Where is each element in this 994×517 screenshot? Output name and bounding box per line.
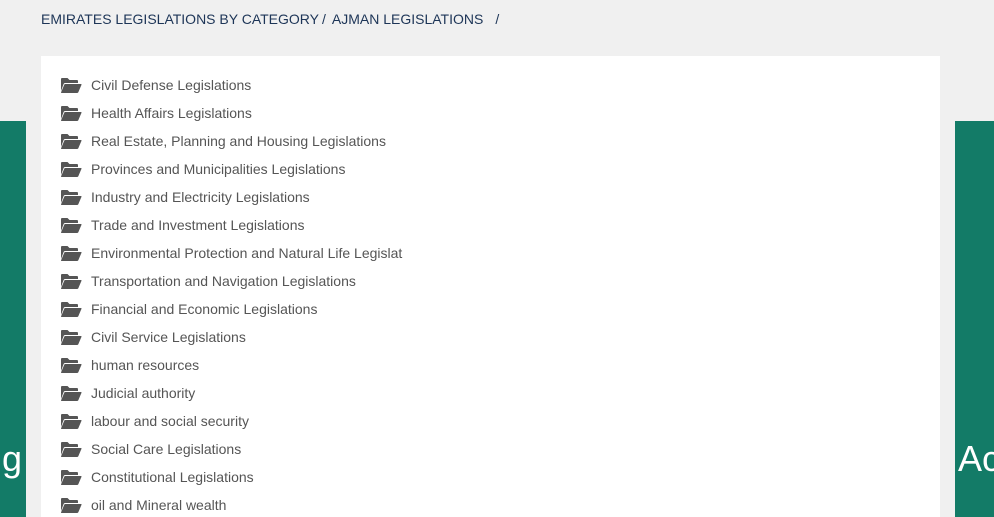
category-item-label: Civil Defense Legislations bbox=[91, 77, 252, 93]
category-item[interactable]: Constitutional Legislations bbox=[60, 463, 402, 491]
folder-open-icon bbox=[60, 132, 82, 150]
category-item[interactable]: Civil Defense Legislations bbox=[60, 71, 402, 99]
category-item[interactable]: Provinces and Municipalities Legislation… bbox=[60, 155, 402, 183]
category-item-label: Environmental Protection and Natural Lif… bbox=[91, 245, 403, 261]
category-item-label: Financial and Economic Legislations bbox=[91, 301, 318, 317]
category-item[interactable]: Civil Service Legislations bbox=[60, 323, 402, 351]
breadcrumb-separator: / bbox=[495, 11, 500, 27]
category-item-label: labour and social security bbox=[91, 413, 249, 429]
category-item[interactable]: Real Estate, Planning and Housing Legisl… bbox=[60, 127, 402, 155]
category-item-label: Industry and Electricity Legislations bbox=[91, 189, 310, 205]
category-item-label: Constitutional Legislations bbox=[91, 469, 254, 485]
category-item-label: oil and Mineral wealth bbox=[91, 497, 227, 513]
category-item[interactable]: Social Care Legislations bbox=[60, 435, 402, 463]
page: EMIRATES LEGISLATIONS BY CATEGORY / AJMA… bbox=[0, 0, 994, 517]
folder-open-icon bbox=[60, 76, 82, 94]
folder-open-icon bbox=[60, 468, 82, 486]
background-banner-right: Ac bbox=[955, 121, 994, 517]
category-item[interactable]: Transportation and Navigation Legislatio… bbox=[60, 267, 402, 295]
category-item[interactable]: Financial and Economic Legislations bbox=[60, 295, 402, 323]
folder-open-icon bbox=[60, 104, 82, 122]
folder-open-icon bbox=[60, 412, 82, 430]
category-item[interactable]: Industry and Electricity Legislations bbox=[60, 183, 402, 211]
category-item-label: Provinces and Municipalities Legislation… bbox=[91, 161, 346, 177]
folder-open-icon bbox=[60, 356, 82, 374]
folder-open-icon bbox=[60, 328, 82, 346]
folder-open-icon bbox=[60, 440, 82, 458]
category-item-label: Real Estate, Planning and Housing Legisl… bbox=[91, 133, 386, 149]
background-banner-left: g bbox=[0, 121, 26, 517]
category-item[interactable]: Trade and Investment Legislations bbox=[60, 211, 402, 239]
breadcrumb-link-ajman-legislations[interactable]: AJMAN LEGISLATIONS bbox=[332, 11, 483, 27]
folder-open-icon bbox=[60, 496, 82, 514]
category-panel: Civil Defense Legislations Health Affair… bbox=[41, 56, 940, 517]
category-item[interactable]: human resources bbox=[60, 351, 402, 379]
category-item-label: Civil Service Legislations bbox=[91, 329, 246, 345]
category-item-label: human resources bbox=[91, 357, 200, 373]
folder-open-icon bbox=[60, 300, 82, 318]
category-item-label: Judicial authority bbox=[91, 385, 196, 401]
category-item[interactable]: Judicial authority bbox=[60, 379, 402, 407]
folder-open-icon bbox=[60, 244, 82, 262]
category-item[interactable]: oil and Mineral wealth bbox=[60, 491, 402, 517]
folder-open-icon bbox=[60, 272, 82, 290]
folder-open-icon bbox=[60, 216, 82, 234]
breadcrumb-separator: / bbox=[322, 11, 326, 27]
banner-right-text: Ac bbox=[958, 438, 994, 479]
breadcrumb-link-emirates-legislations[interactable]: EMIRATES LEGISLATIONS BY CATEGORY bbox=[41, 11, 319, 27]
category-item[interactable]: Environmental Protection and Natural Lif… bbox=[60, 239, 402, 267]
folder-open-icon bbox=[60, 188, 82, 206]
breadcrumb: EMIRATES LEGISLATIONS BY CATEGORY / AJMA… bbox=[41, 10, 499, 28]
category-item-label: Transportation and Navigation Legislatio… bbox=[91, 273, 356, 289]
category-item-label: Trade and Investment Legislations bbox=[91, 217, 305, 233]
category-item[interactable]: Health Affairs Legislations bbox=[60, 99, 402, 127]
banner-left-text: g bbox=[1, 438, 22, 479]
category-item[interactable]: labour and social security bbox=[60, 407, 402, 435]
category-item-label: Social Care Legislations bbox=[91, 441, 242, 457]
category-item-label: Health Affairs Legislations bbox=[91, 105, 252, 121]
folder-open-icon bbox=[60, 160, 82, 178]
folder-open-icon bbox=[60, 384, 82, 402]
category-list: Civil Defense Legislations Health Affair… bbox=[60, 71, 402, 517]
